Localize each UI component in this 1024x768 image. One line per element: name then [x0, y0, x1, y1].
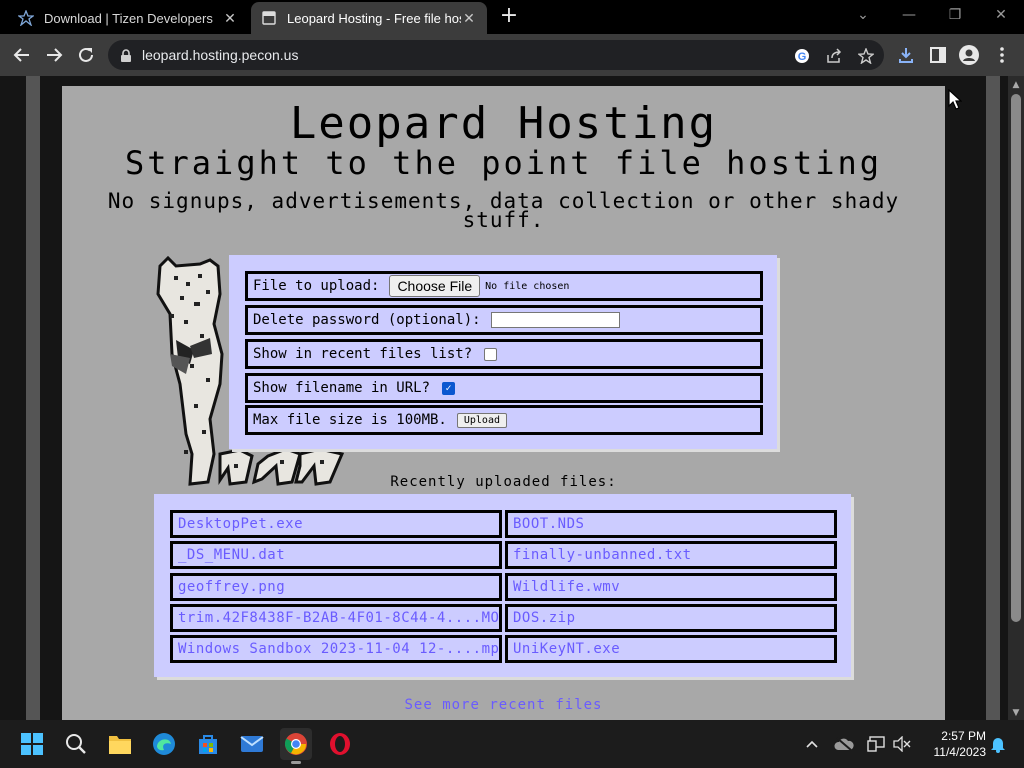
file-link[interactable]: geoffrey.png	[170, 573, 502, 601]
windows-taskbar: 2:57 PM 11/4/2023	[0, 720, 1024, 768]
scroll-thumb[interactable]	[1011, 94, 1021, 622]
tab-leopard-hosting[interactable]: Leopard Hosting - Free file hosting ✕	[251, 2, 487, 34]
google-lens-icon[interactable]: G	[793, 47, 811, 65]
file-link[interactable]: Wildlife.wmv	[505, 573, 837, 601]
max-size-text: Max file size is 100MB.	[253, 412, 447, 428]
file-link[interactable]: _DS_MENU.dat	[170, 541, 502, 569]
password-label: Delete password (optional):	[253, 312, 481, 328]
page-subtitle: Straight to the point file hosting	[124, 144, 883, 182]
svg-text:G: G	[798, 51, 807, 63]
tizen-icon	[18, 10, 34, 26]
mouse-cursor-icon	[948, 89, 962, 110]
page-tagline: No signups, advertisements, data collect…	[107, 189, 900, 232]
file-link[interactable]: Windows Sandbox 2023-11-04 12-....mp4	[170, 635, 502, 663]
profile-icon[interactable]	[957, 43, 981, 67]
file-link[interactable]: DOS.zip	[505, 604, 837, 632]
upload-button[interactable]: Upload	[456, 412, 507, 428]
file-upload-row: File to upload: Choose File No file chos…	[245, 271, 763, 301]
recent-list-row: Show in recent files list?	[245, 339, 763, 369]
opera-icon[interactable]	[324, 728, 356, 760]
scroll-down-icon[interactable]: ▼	[1008, 706, 1024, 720]
chrome-icon[interactable]	[280, 728, 312, 764]
close-tab-icon[interactable]: ✕	[461, 10, 477, 27]
browser-toolbar: leopard.hosting.pecon.us G	[0, 34, 1024, 76]
file-explorer-icon[interactable]	[104, 728, 136, 760]
file-link[interactable]: UniKeyNT.exe	[505, 635, 837, 663]
lock-icon[interactable]	[120, 48, 132, 67]
close-tab-icon[interactable]: ✕	[222, 10, 238, 27]
system-clock[interactable]: 2:57 PM 11/4/2023	[918, 728, 987, 760]
upload-form: File to upload: Choose File No file chos…	[229, 255, 777, 449]
url-text: leopard.hosting.pecon.us	[142, 47, 299, 63]
onedrive-icon[interactable]	[832, 732, 856, 756]
chevron-up-icon[interactable]	[800, 732, 824, 756]
reload-icon[interactable]	[74, 43, 98, 67]
tab-title: Download | Tizen Developers	[44, 10, 213, 26]
download-icon[interactable]	[894, 43, 918, 67]
delete-password-input[interactable]	[490, 312, 620, 328]
scroll-up-icon[interactable]: ▲	[1008, 78, 1024, 92]
file-upload-label: File to upload:	[253, 278, 380, 294]
clock-time: 2:57 PM	[941, 729, 986, 743]
no-file-chosen-text: No file chosen	[485, 280, 570, 292]
page-content: Leopard Hosting Straight to the point fi…	[62, 86, 945, 720]
filename-url-row: Show filename in URL? ✓	[245, 373, 763, 403]
restore-icon[interactable]: ❐	[932, 4, 978, 28]
page-icon	[261, 10, 277, 26]
edge-icon[interactable]	[148, 728, 180, 760]
new-tab-button[interactable]: +	[498, 5, 520, 28]
clock-date: 11/4/2023	[933, 745, 987, 759]
file-link[interactable]: trim.42F8438F-B2AB-4F01-8C44-4....MOV	[170, 604, 502, 632]
search-icon[interactable]	[60, 728, 92, 760]
recent-files-list: DesktopPet.exe _DS_MENU.dat geoffrey.png…	[154, 494, 851, 677]
mail-icon[interactable]	[236, 728, 268, 760]
see-more-link[interactable]: See more recent files	[62, 697, 945, 713]
close-window-icon[interactable]: ✕	[978, 4, 1024, 28]
share-icon[interactable]	[825, 47, 843, 65]
menu-icon[interactable]	[990, 43, 1014, 67]
store-icon[interactable]	[192, 728, 224, 760]
password-row: Delete password (optional):	[245, 305, 763, 335]
choose-file-button[interactable]: Choose File	[389, 275, 481, 297]
tab-title: Leopard Hosting - Free file hosting	[287, 10, 461, 26]
tab-strip: Download | Tizen Developers ✕ Leopard Ho…	[0, 0, 1024, 34]
network-icon[interactable]	[864, 732, 888, 756]
page-scrollbar[interactable]: ▲ ▼	[1008, 76, 1024, 720]
file-link[interactable]: BOOT.NDS	[505, 510, 837, 538]
notification-bell-icon[interactable]	[986, 732, 1010, 756]
side-panel-icon[interactable]	[926, 43, 950, 67]
filename-url-label: Show filename in URL?	[253, 380, 431, 396]
back-icon[interactable]	[10, 43, 34, 67]
file-link[interactable]: finally-unbanned.txt	[505, 541, 837, 569]
page-title: Leopard Hosting	[289, 98, 718, 149]
recent-list-label: Show in recent files list?	[253, 346, 473, 362]
recent-files-heading: Recently uploaded files:	[390, 474, 617, 490]
tab-search-icon[interactable]: ⌄	[840, 4, 886, 28]
file-link[interactable]: DesktopPet.exe	[170, 510, 502, 538]
filename-url-checkbox[interactable]: ✓	[442, 381, 456, 395]
submit-row: Max file size is 100MB. Upload	[245, 405, 763, 435]
web-page: Leopard Hosting Straight to the point fi…	[0, 76, 1008, 720]
volume-muted-icon[interactable]	[890, 732, 914, 756]
minimize-icon[interactable]: —	[886, 4, 932, 28]
start-icon[interactable]	[16, 728, 48, 760]
forward-icon[interactable]	[42, 43, 66, 67]
tab-tizen[interactable]: Download | Tizen Developers ✕	[8, 2, 248, 34]
recent-list-checkbox[interactable]	[484, 347, 498, 361]
address-bar[interactable]: leopard.hosting.pecon.us G	[108, 40, 884, 70]
bookmark-star-icon[interactable]	[857, 47, 875, 65]
